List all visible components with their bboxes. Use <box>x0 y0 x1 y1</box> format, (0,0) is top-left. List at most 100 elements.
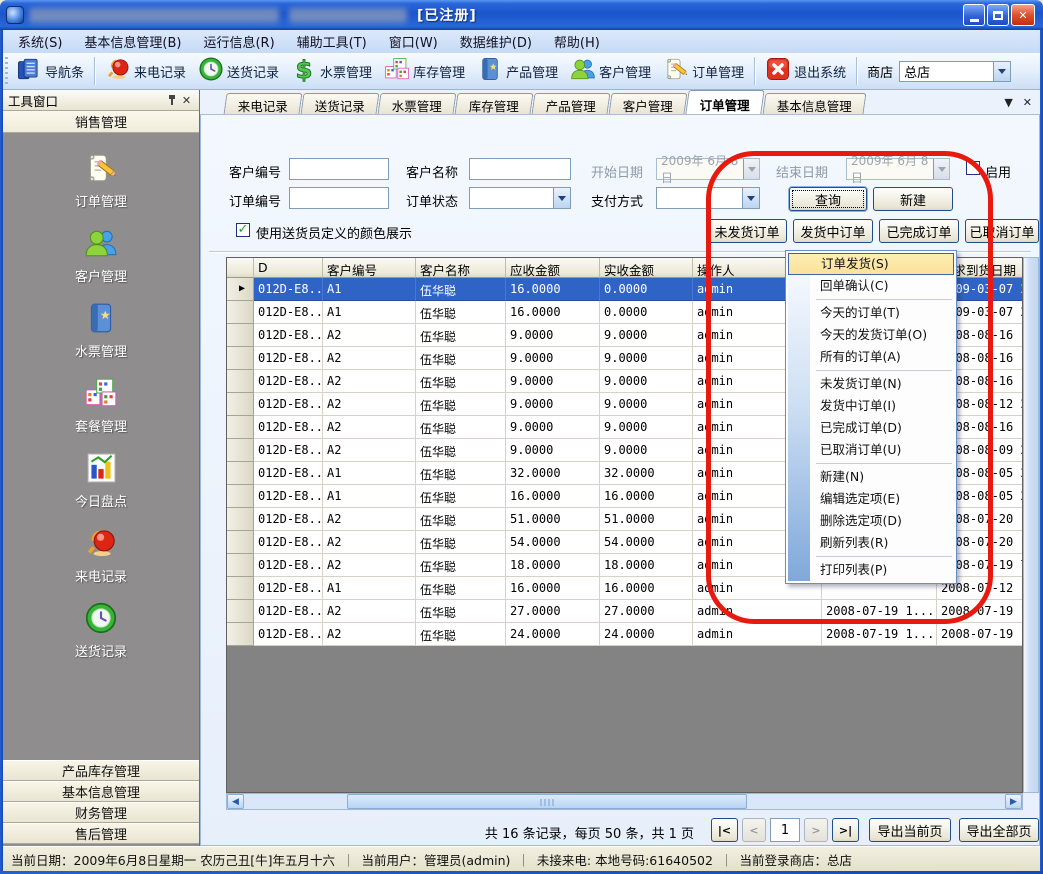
menu-separator <box>816 299 952 300</box>
menubar-item[interactable]: 运行信息(R) <box>192 30 285 53</box>
column-header[interactable]: 应收金额 <box>506 258 600 278</box>
tab-来电记录[interactable]: 来电记录 <box>224 93 303 114</box>
customer-name-input[interactable] <box>469 158 571 180</box>
tab-订单管理[interactable]: 订单管理 <box>685 90 764 114</box>
toolbar-button-delivery-clock[interactable]: 送货记录 <box>192 53 285 89</box>
sidebar-item-delivery-clock[interactable]: 送货记录 <box>75 599 127 660</box>
table-row[interactable]: 012D-E8...A2伍华聪27.000027.0000admin2008-0… <box>227 600 1022 623</box>
context-menu-item[interactable]: 回单确认(C) <box>788 275 954 297</box>
next-page-button[interactable]: > <box>804 818 828 842</box>
context-menu-item[interactable]: 编辑选定项(E) <box>788 488 954 510</box>
tab-客户管理[interactable]: 客户管理 <box>609 93 688 114</box>
tab-送货记录[interactable]: 送货记录 <box>301 93 380 114</box>
toolbar-button-order-scroll[interactable]: 订单管理 <box>657 53 750 89</box>
vertical-scrollbar[interactable] <box>1023 257 1039 793</box>
status-filter-button[interactable]: 发货中订单 <box>793 219 873 243</box>
context-menu-item[interactable]: 新建(N) <box>788 466 954 488</box>
sidebar-group-sales[interactable]: 销售管理 <box>3 111 199 133</box>
first-page-button[interactable]: |< <box>711 818 738 842</box>
sidebar-item-order-scroll[interactable]: 订单管理 <box>75 149 127 210</box>
sidebar-item-inventory-calendar[interactable]: 套餐管理 <box>75 374 127 435</box>
column-header[interactable]: D <box>254 258 323 278</box>
export-all-pages-button[interactable]: 导出全部页 <box>959 818 1039 842</box>
column-header[interactable]: 客户名称 <box>416 258 506 278</box>
toolbar-button-exit[interactable]: 退出系统 <box>759 53 852 89</box>
sidebar-item-chart[interactable]: 今日盘点 <box>75 449 127 510</box>
tab-基本信息管理[interactable]: 基本信息管理 <box>763 93 867 114</box>
context-menu-item[interactable]: 已完成订单(D) <box>788 417 954 439</box>
sidebar-item-product-book[interactable]: 水票管理 <box>75 299 127 360</box>
context-menu-item[interactable]: 今天的发货订单(O) <box>788 324 954 346</box>
scroll-right-icon[interactable]: ▶ <box>1005 794 1022 809</box>
toolbar-button-navigator-book[interactable]: 导航条 <box>10 53 90 89</box>
start-date-picker[interactable]: 2009年 6月 8日 <box>656 158 760 180</box>
table-cell: A2 <box>323 508 416 531</box>
query-button[interactable]: 查询 <box>789 187 867 211</box>
context-menu-item[interactable]: 已取消订单(U) <box>788 439 954 461</box>
prev-page-button[interactable]: < <box>742 818 766 842</box>
last-page-button[interactable]: >| <box>832 818 859 842</box>
chevron-down-icon[interactable] <box>742 188 759 208</box>
end-date-picker[interactable]: 2009年 6月 8日 <box>846 158 950 180</box>
toolbar-button-product-book[interactable]: 产品管理 <box>471 53 564 89</box>
menubar-item[interactable]: 基本信息管理(B) <box>73 30 192 53</box>
sidebar-group-bar[interactable]: 基本信息管理 <box>3 781 199 802</box>
page-number-input[interactable] <box>770 818 800 842</box>
tab-产品管理[interactable]: 产品管理 <box>532 93 611 114</box>
context-menu-item[interactable]: 未发货订单(N) <box>788 373 954 395</box>
toolbar-button-customers[interactable]: 客户管理 <box>564 53 657 89</box>
scrollbar-thumb[interactable] <box>347 794 747 809</box>
enable-date-checkbox[interactable] <box>966 161 980 175</box>
new-button[interactable]: 新建 <box>873 187 953 211</box>
context-menu-item[interactable]: 发货中订单(I) <box>788 395 954 417</box>
shop-combobox[interactable]: 总店 <box>899 61 1011 82</box>
tab-库存管理[interactable]: 库存管理 <box>455 93 534 114</box>
sidebar-group-bar[interactable]: 售后管理 <box>3 823 199 844</box>
table-row[interactable]: 012D-E8...A2伍华聪24.000024.0000admin2008-0… <box>227 623 1022 646</box>
context-menu-item[interactable]: 今天的订单(T) <box>788 302 954 324</box>
context-menu-item[interactable]: 所有的订单(A) <box>788 346 954 368</box>
pay-method-combobox[interactable] <box>656 187 760 209</box>
tab-list-dropdown-icon[interactable]: ▼ <box>1004 96 1012 109</box>
order-code-input[interactable] <box>289 187 389 209</box>
menubar-item[interactable]: 系统(S) <box>7 30 73 53</box>
tab-close-icon[interactable]: ✕ <box>1023 96 1032 109</box>
status-filter-button[interactable]: 未发货订单 <box>707 219 787 243</box>
sidebar-item-customers[interactable]: 客户管理 <box>75 224 127 285</box>
tab-水票管理[interactable]: 水票管理 <box>378 93 457 114</box>
sidebar-group-bar[interactable]: 财务管理 <box>3 802 199 823</box>
status-filter-button[interactable]: 已完成订单 <box>879 219 959 243</box>
export-current-page-button[interactable]: 导出当前页 <box>869 818 951 842</box>
context-menu-item[interactable]: 打印列表(P) <box>788 559 954 581</box>
sidebar-group-bar[interactable]: 产品库存管理 <box>3 760 199 781</box>
toolbar-grip[interactable] <box>5 57 8 85</box>
menubar-item[interactable]: 数据维护(D) <box>449 30 543 53</box>
context-menu-item[interactable]: 订单发货(S) <box>788 253 954 275</box>
toolbar-button-dollar[interactable]: $水票管理 <box>285 53 378 89</box>
toolbar-button-call-bell[interactable]: 来电记录 <box>99 53 192 89</box>
chevron-down-icon[interactable] <box>993 62 1010 81</box>
sidebar-item-call-bell[interactable]: 来电记录 <box>75 524 127 585</box>
maximize-button[interactable] <box>987 4 1009 26</box>
chevron-down-icon[interactable] <box>553 188 570 208</box>
menubar-item[interactable]: 辅助工具(T) <box>286 30 378 53</box>
context-menu-item[interactable]: 删除选定项(D) <box>788 510 954 532</box>
column-header[interactable]: 实收金额 <box>600 258 693 278</box>
sidebar-item-label: 送货记录 <box>75 641 127 660</box>
toolbar-button-inventory-calendar[interactable]: 库存管理 <box>378 53 471 89</box>
context-menu-item[interactable]: 刷新列表(R) <box>788 532 954 554</box>
delivery-color-checkbox[interactable] <box>236 223 250 237</box>
title-bar[interactable]: [已注册] ✕ <box>0 0 1043 30</box>
close-button[interactable]: ✕ <box>1011 4 1035 26</box>
horizontal-scrollbar[interactable]: ◀ ▶ <box>226 793 1023 810</box>
menubar-item[interactable]: 帮助(H) <box>543 30 611 53</box>
close-icon[interactable]: ✕ <box>179 93 194 108</box>
pin-icon[interactable] <box>164 93 179 108</box>
order-status-combobox[interactable] <box>469 187 571 209</box>
column-header[interactable]: 客户编号 <box>323 258 416 278</box>
scroll-left-icon[interactable]: ◀ <box>227 794 244 809</box>
menubar-item[interactable]: 窗口(W) <box>378 30 449 53</box>
status-filter-button[interactable]: 已取消订单 <box>965 219 1039 243</box>
minimize-button[interactable] <box>963 4 985 26</box>
customer-code-input[interactable] <box>289 158 389 180</box>
